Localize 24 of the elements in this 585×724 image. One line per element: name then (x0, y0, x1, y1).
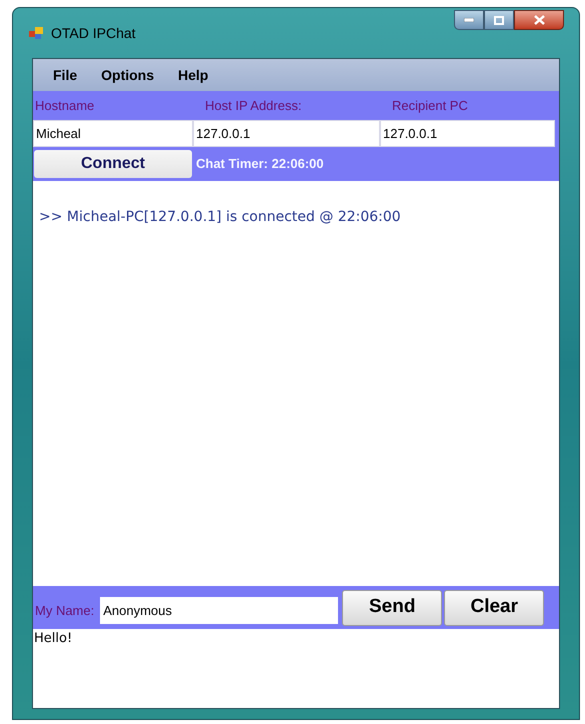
close-icon (534, 15, 544, 25)
menu-item[interactable]: Options (101, 64, 154, 86)
chat-message: >> Micheal-PC[127.0.0.1] is connected @ 22:06:00 (39, 208, 402, 227)
name-label: My Name: (35, 602, 94, 620)
connect-button[interactable]: Connect (34, 150, 192, 178)
action-button[interactable]: Clear (444, 590, 544, 626)
minimize-icon (464, 18, 474, 22)
close-button[interactable] (514, 10, 564, 30)
host-field[interactable]: 127.0.0.1 (380, 120, 555, 147)
menu-item[interactable]: Help (178, 64, 208, 86)
minimize-button[interactable] (454, 10, 484, 30)
host-field[interactable]: Micheal (33, 120, 193, 147)
maximize-icon (494, 16, 504, 24)
action-button[interactable]: Send (342, 590, 442, 626)
host-field[interactable]: 127.0.0.1 (193, 120, 380, 147)
window-title: OTAD IPChat (51, 24, 136, 42)
column-label: Recipient PC (391, 96, 469, 115)
maximize-button[interactable] (484, 10, 514, 30)
app-icon (29, 26, 43, 40)
column-label: Hostname (34, 96, 96, 115)
menu-item[interactable]: File (53, 64, 78, 86)
chat-timer: Chat Timer: 22:06:00 (196, 155, 324, 174)
column-label: Host IP Address: (204, 96, 303, 115)
name-field[interactable]: Anonymous (100, 597, 338, 624)
